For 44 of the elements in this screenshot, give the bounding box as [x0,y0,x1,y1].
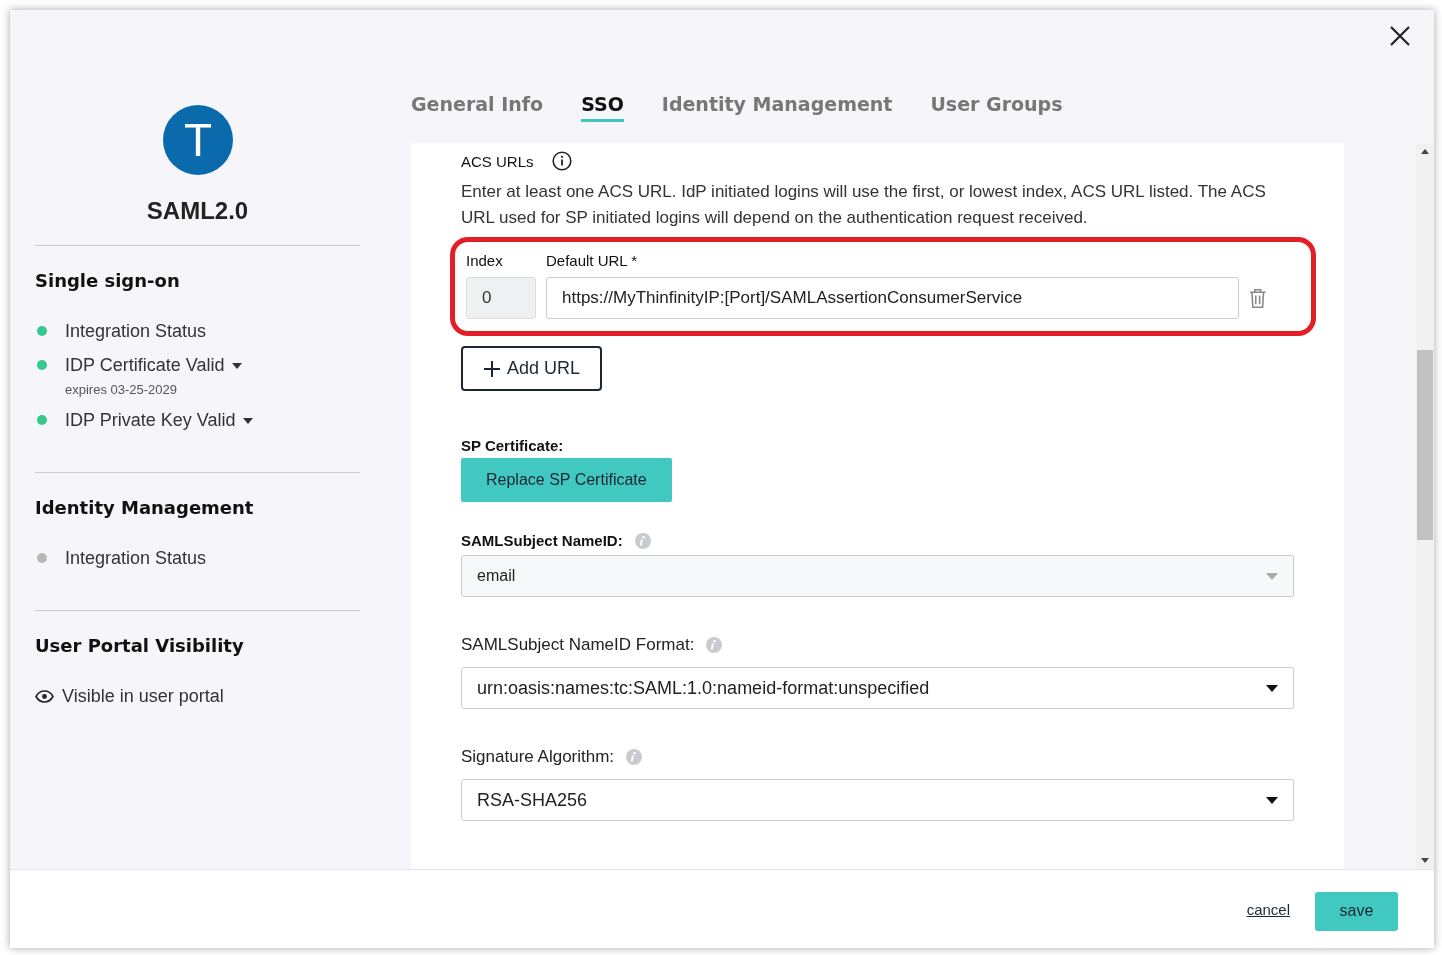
avatar: T [163,105,233,175]
field-label: Default URL * [546,252,638,269]
tab[interactable]: User Groups [930,92,1063,122]
section-title: Identity Management [35,497,255,518]
field-label: Index [466,252,504,269]
status-label: IDP Certificate Valid [65,355,225,376]
section-title: Single sign-on [35,270,181,291]
plus-icon [483,359,501,378]
description-text: Enter at least one ACS URL. IdP initiated logins will use the first, or lowest index, ACS URL listed. The ACS URL used for SP initiated logins will depend on the authentication request received. [461,181,1267,229]
section-title: User Portal Visibility [35,635,245,656]
caret-icon[interactable] [243,417,254,424]
status-label: Integration Status [65,321,207,342]
caret-icon [1266,796,1278,804]
visibility-label: Visible in user portal [62,686,224,707]
scroll-up-icon[interactable] [1421,149,1429,154]
caret-icon [1266,684,1278,692]
expiry-note: expires 03-25-2029 [65,382,179,397]
field-label: SP Certificate: [461,437,565,454]
app-name: SAML2.0 [145,197,250,225]
field-label: Signature Algorithm: [461,747,615,767]
status-label: IDP Private Key Valid [65,410,236,431]
field-label: SAMLSubject NameID: [461,532,623,549]
tab[interactable]: SSO [581,92,624,122]
scrollbar[interactable] [1416,143,1434,870]
trash-icon[interactable] [1248,287,1266,309]
close-button[interactable] [1389,25,1411,47]
dropdown-field[interactable]: RSA-SHA256 [461,779,1294,821]
field-label: ACS URLs [461,152,534,170]
dropdown-field[interactable]: urn:oasis:names:tc:SAML:1.0:nameid-format:unspecified [461,667,1294,709]
replace-certificate-button[interactable]: Replace SP Certificate [461,458,672,502]
scrollbar-thumb[interactable] [1417,350,1433,540]
cancel-link[interactable]: cancel [1246,900,1290,918]
add-url-button[interactable]: Add URL [461,346,603,391]
field-label: SAMLSubject NameID Format: [461,635,695,655]
status-label: Integration Status [65,548,207,569]
save-button[interactable]: save [1315,891,1398,931]
eye-icon [35,690,54,703]
tab[interactable]: Identity Management [661,92,893,122]
caret-icon[interactable] [232,362,243,369]
tab[interactable]: General Info [411,92,544,122]
info-icon[interactable] [551,151,572,171]
url-field[interactable]: https://MyThinfinityIP:[Port]/SAMLAssertionConsumerService [546,277,1239,319]
caret-icon [1266,572,1278,580]
scroll-down-icon[interactable] [1421,858,1429,864]
